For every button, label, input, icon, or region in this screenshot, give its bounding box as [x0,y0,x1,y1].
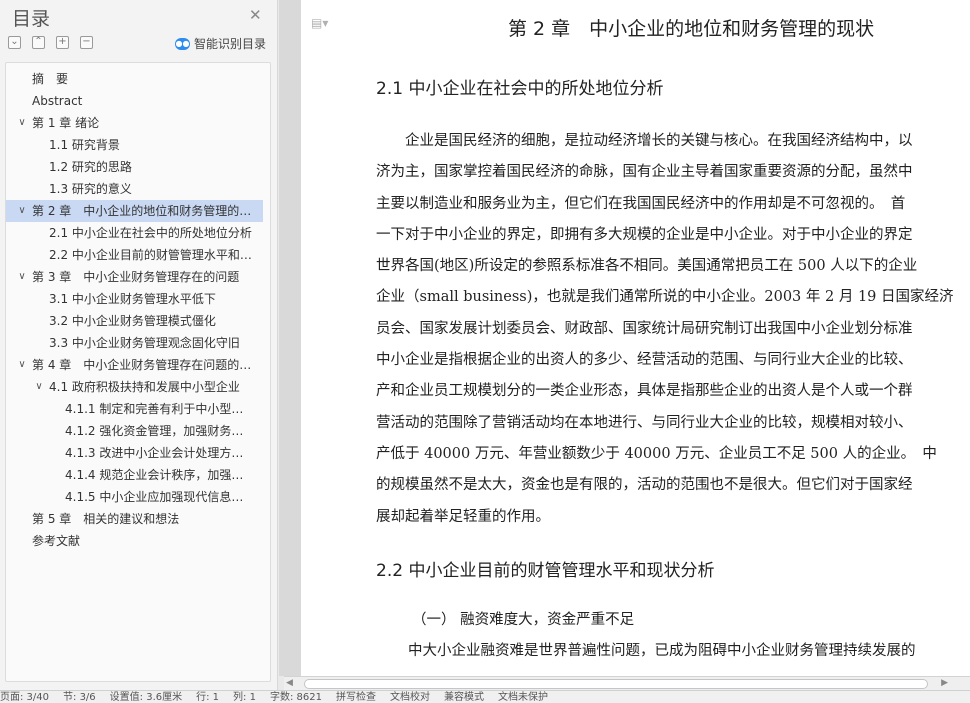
chevron-down-icon[interactable]: ∨ [16,200,28,222]
toc-item-label: 第 3 章 中小企业财务管理存在的问题 [32,270,240,284]
sub-heading-financing: （一） 融资难度大，资金严重不足 [412,612,635,628]
paragraph-line: 世界各国(地区)所设定的参照系标准各不相同。美国通常把员工在 500 人以下的企… [376,258,918,275]
status-item[interactable]: 拼写检查 [336,691,376,703]
paragraph-line: 企业（small business)，也就是我们通常所说的中小企业。2003 年… [376,289,954,306]
document-page[interactable]: ▤▾ 第 2 章 中小企业的地位和财务管理的现状 2.1 中小企业在社会中的所处… [301,0,970,676]
toc-item-label: 2.1 中小企业在社会中的所处地位分析 [49,226,252,240]
toc-item[interactable]: 4.1.4 规范企业会计秩序，加强会计监督 [6,464,263,486]
toc-item[interactable]: 2.2 中小企业目前的财管管理水平和现状分析 [6,244,263,266]
toc-item[interactable]: 4.1.1 制定和完善有利于中小型企业发展的政策 [6,398,263,420]
toc-item[interactable]: 1.3 研究的意义 [6,178,263,200]
toc-item-label: 4.1.4 规范企业会计秩序，加强会计监督 [65,468,263,482]
paragraph-line: 展却起着举足轻重的作用。 [376,508,550,525]
scrollbar-thumb[interactable] [304,679,928,689]
close-icon[interactable]: ✕ [249,7,262,23]
document-gutter [279,0,301,676]
toc-item-label: 3.3 中小企业财务管理观念固化守旧 [49,336,240,350]
toc-item-label: 第 2 章 中小企业的地位和财务管理的现状 [32,204,263,218]
chapter-title: 第 2 章 中小企业的地位和财务管理的现状 [508,18,875,40]
status-item[interactable]: 文档未保护 [498,691,548,703]
toc-item-label: 摘 要 [32,72,69,86]
toc-item[interactable]: ∨ 第 2 章 中小企业的地位和财务管理的现状 [6,200,263,222]
toc-item-label: 4.1.2 强化资金管理，加强财务控制 [65,424,256,438]
toc-item-label: 参考文献 [32,534,81,548]
toc-item[interactable]: 第 5 章 相关的建议和想法 [6,508,263,530]
paragraph-line: 中小企业是指根据企业的出资人的多少、经营活动的范围、与同行业大企业的比较、 [376,352,913,369]
section-title-2-1: 2.1 中小企业在社会中的所处地位分析 [376,79,664,99]
toc-item[interactable]: 3.2 中小企业财务管理模式僵化 [6,310,263,332]
toc-item[interactable]: ∨ 第 3 章 中小企业财务管理存在的问题 [6,266,263,288]
toc-item-label: 4.1.1 制定和完善有利于中小型企业发展的政策 [65,402,263,416]
paragraph-line: 一下对于中小企业的界定，即拥有多大规模的企业是中小企业。对于中小企业的界定 [376,226,913,243]
paragraph-line: 员会、国家发展计划委员会、财政部、国家统计局研究制订出我国中小企业划分标准 [376,320,913,337]
section-2-2-first-line: 中大小企业融资难是世界普遍性问题，已成为阻碍中小企业财务管理持续发展的 [408,643,916,659]
chevron-down-icon[interactable]: ∨ [16,112,28,134]
toc-item[interactable]: ∨ 第 4 章 中小企业财务管理存在问题的解决对策 [6,354,263,376]
toc-toolbar: ⌄ ⌃ + − [8,36,93,49]
section-title-2-2: 2.2 中小企业目前的财管管理水平和现状分析 [376,561,715,581]
toc-item[interactable]: 摘 要 [6,68,263,90]
scroll-right-icon[interactable]: ▶ [941,678,948,688]
status-item[interactable]: 节: 3/6 [63,691,96,703]
toc-panel: 目录 ✕ ⌄ ⌃ + − ●● 智能识别目录 摘 要 Abstract ∨ 第 1 章… [0,0,278,690]
toc-item[interactable]: ∨ 第 1 章 绪论 [6,112,263,134]
status-item[interactable]: 文档校对 [390,691,430,703]
status-item[interactable]: 页面: 3/40 [0,691,49,703]
toc-item[interactable]: Abstract [6,90,263,112]
page-menu-icon[interactable]: ▤▾ [311,16,328,30]
expand-all-icon[interactable]: ⌄ [8,36,21,49]
toc-item-label: 4.1.3 改进中小企业会计处理方法与手段 [65,446,263,460]
toc-item-label: 4.1.5 中小企业应加强现代信息技术的应用 [65,490,263,504]
paragraph-line: 产和企业员工规模划分的一类企业形态，具体是指那些企业的出资人是个人或一个群 [376,383,913,400]
paragraph-line: 企业是国民经济的细胞，是拉动经济增长的关键与核心。在我国经济结构中，以 [376,133,913,149]
status-item[interactable]: 设置值: 3.6厘米 [110,691,182,703]
smart-recognize-toc-button[interactable]: ●● 智能识别目录 [175,35,266,52]
toc-item-label: 3.1 中小企业财务管理水平低下 [49,292,216,306]
toc-item-label: 第 5 章 相关的建议和想法 [32,512,180,526]
toc-item-label: 第 1 章 绪论 [32,116,100,130]
toc-item-label: 3.2 中小企业财务管理模式僵化 [49,314,216,328]
collapse-up-icon[interactable]: ⌃ [32,36,45,49]
status-bar: 页面: 3/40 节: 3/6 设置值: 3.6厘米 行: 1 列: 1 字数: 8621… [0,690,970,703]
toc-item-label: 1.1 研究背景 [49,138,120,152]
status-item[interactable]: 字数: 8621 [270,691,322,703]
section-2-1-body: 企业是国民经济的细胞，是拉动经济增长的关键与核心。在我国经济结构中，以 济为主，国… [376,126,970,533]
toc-item-label: 4.1 政府积极扶持和发展中小型企业 [49,380,240,394]
chevron-down-icon[interactable]: ∨ [16,354,28,376]
toc-item[interactable]: 参考文献 [6,530,263,552]
paragraph-line: 营活动的范围除了营销活动均在本地进行、与同行业大企业的比较，规模相对较小、 [376,414,913,431]
toc-item-label: 第 4 章 中小企业财务管理存在问题的解决对策 [32,358,263,372]
smart-recognize-label: 智能识别目录 [194,37,267,51]
paragraph-line: 主要以制造业和服务业为主，但它们在我国国民经济中的作用却是不可忽视的。 首 [376,195,906,212]
toc-item[interactable]: 4.1.5 中小企业应加强现代信息技术的应用 [6,486,263,508]
scroll-left-icon[interactable]: ◀ [286,678,293,688]
toc-item[interactable]: ∨ 4.1 政府积极扶持和发展中小型企业 [6,376,263,398]
cloud-ai-icon: ●● [175,37,190,50]
chevron-down-icon[interactable]: ∨ [33,376,45,398]
toc-item-label: 1.3 研究的意义 [49,182,132,196]
status-item[interactable]: 兼容模式 [444,691,484,703]
paragraph-line: 产低于 40000 万元、年营业额数少于 40000 万元、企业员工不足 500… [376,445,937,462]
toc-list: 摘 要 Abstract ∨ 第 1 章 绪论 1.1 研究背景 1.2 研究的思路 1.3… [5,62,271,682]
toc-item[interactable]: 4.1.2 强化资金管理，加强财务控制 [6,420,263,442]
toc-item[interactable]: 1.2 研究的思路 [6,156,263,178]
remove-level-icon[interactable]: − [80,36,93,49]
chevron-down-icon[interactable]: ∨ [16,266,28,288]
toc-item-label: Abstract [32,94,83,108]
status-item[interactable]: 列: 1 [233,691,256,703]
toc-item[interactable]: 3.1 中小企业财务管理水平低下 [6,288,263,310]
toc-item[interactable]: 1.1 研究背景 [6,134,263,156]
add-level-icon[interactable]: + [56,36,69,49]
toc-item-label: 2.2 中小企业目前的财管管理水平和现状分析 [49,248,263,262]
toc-item[interactable]: 3.3 中小企业财务管理观念固化守旧 [6,332,263,354]
toc-item[interactable]: 4.1.3 改进中小企业会计处理方法与手段 [6,442,263,464]
paragraph-line: 济为主，国家掌控着国民经济的命脉，国有企业主导着国家重要资源的分配，虽然中 [376,164,913,181]
status-item[interactable]: 行: 1 [196,691,219,703]
toc-panel-title: 目录 [12,8,51,30]
horizontal-scrollbar[interactable]: ◀ ▶ [284,676,970,690]
toc-item-label: 1.2 研究的思路 [49,160,132,174]
paragraph-line: 的规模虽然不是太大，资金也是有限的，活动的范围也不是很大。但它们对于国家经 [376,477,913,494]
toc-item[interactable]: 2.1 中小企业在社会中的所处地位分析 [6,222,263,244]
